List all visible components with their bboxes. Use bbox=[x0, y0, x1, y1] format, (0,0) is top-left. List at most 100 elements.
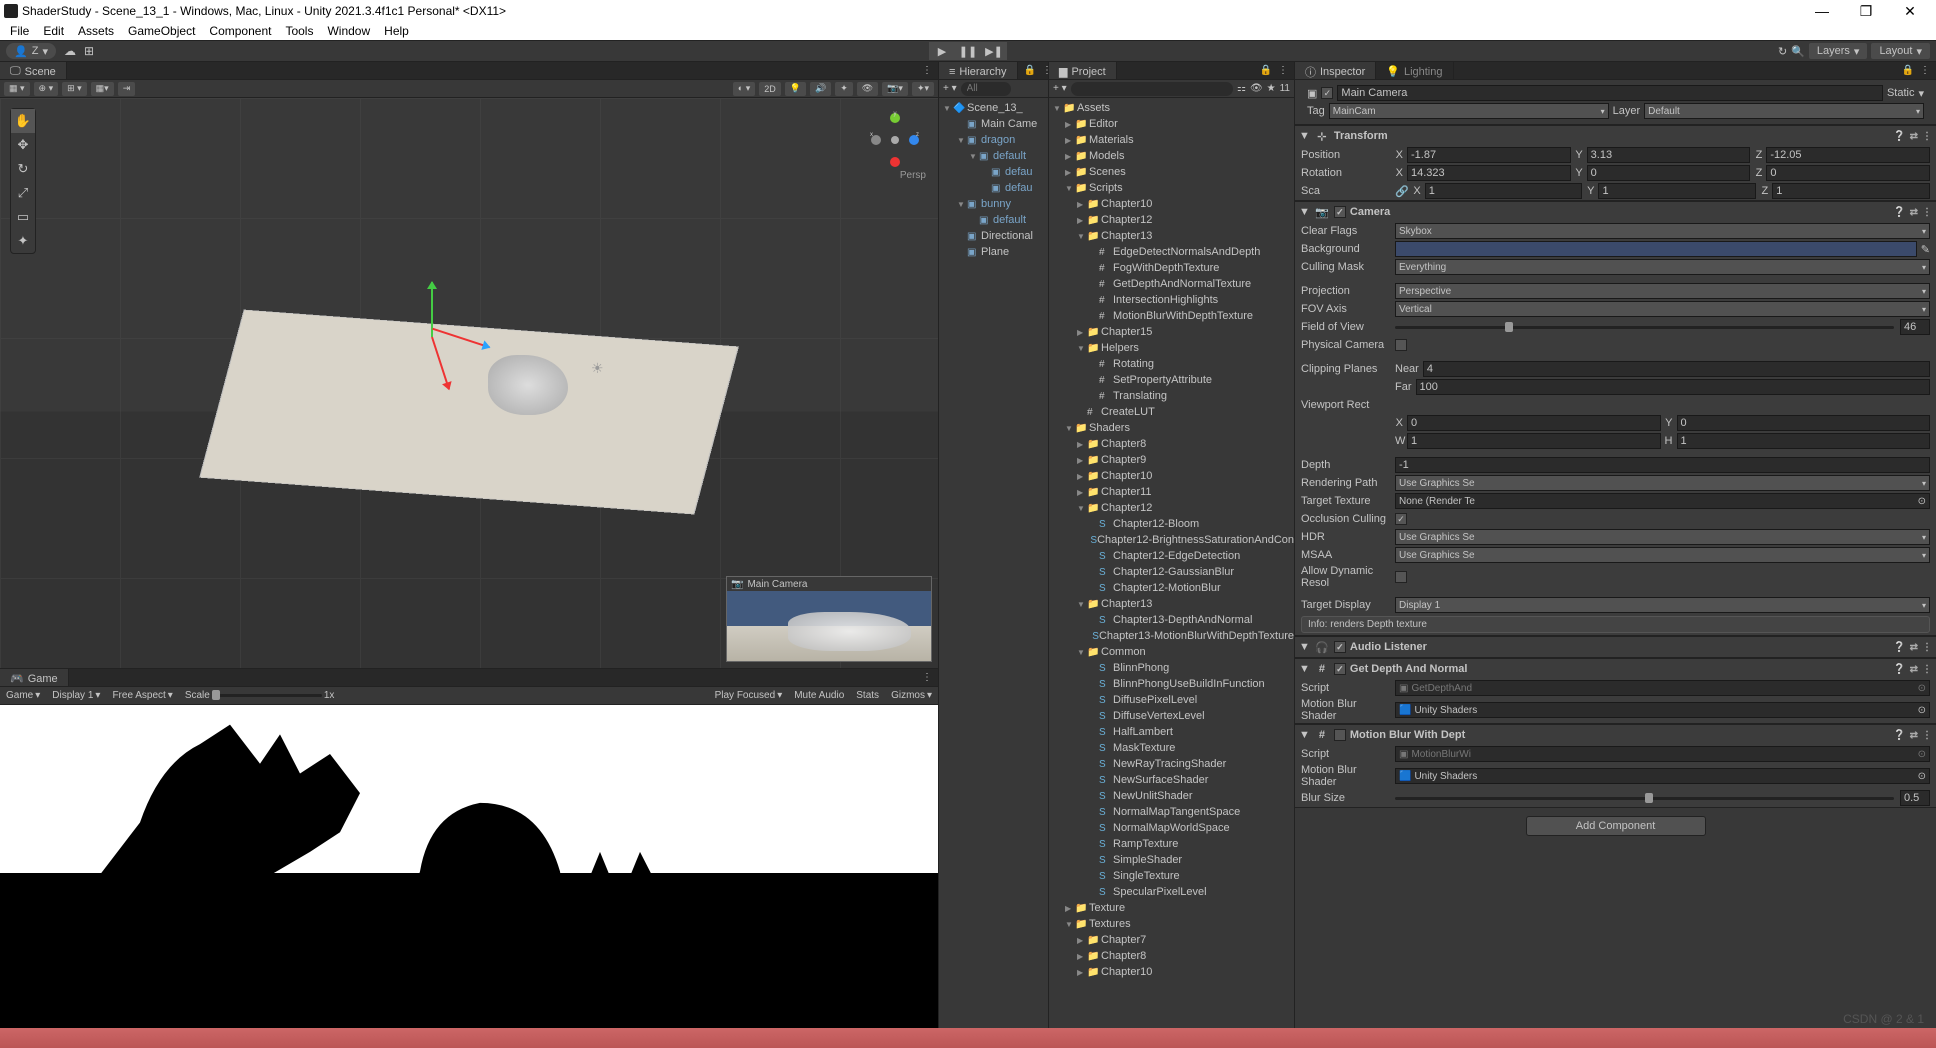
rect-tool[interactable]: ▭ bbox=[11, 205, 35, 229]
game-viewport[interactable] bbox=[0, 705, 938, 1028]
scene-row[interactable]: ▼🔷Scene_13_ bbox=[939, 100, 1048, 116]
layers-dropdown[interactable]: Layers ▾ bbox=[1809, 43, 1868, 59]
step-button[interactable]: ▶❚ bbox=[981, 42, 1007, 60]
lighting-toggle[interactable]: 💡 bbox=[785, 82, 806, 96]
move-tool[interactable]: ✥ bbox=[11, 133, 35, 157]
project-item[interactable]: ▶📁Chapter11 bbox=[1049, 484, 1294, 500]
culling-mask-dropdown[interactable]: Everything bbox=[1395, 259, 1930, 275]
sca-y-input[interactable] bbox=[1598, 183, 1756, 199]
aspect-dropdown[interactable]: Free Aspect ▾ bbox=[112, 690, 172, 701]
msaa-dropdown[interactable]: Use Graphics Se bbox=[1395, 547, 1930, 563]
rot-y-input[interactable] bbox=[1587, 165, 1751, 181]
project-item[interactable]: #SetPropertyAttribute bbox=[1049, 372, 1294, 388]
audio-toggle[interactable]: 🔊 bbox=[810, 82, 831, 96]
hierarchy-item[interactable]: ▣defau bbox=[939, 180, 1048, 196]
hierarchy-item[interactable]: ▣Main Came bbox=[939, 116, 1048, 132]
play-button[interactable]: ▶ bbox=[929, 42, 955, 60]
blur-size-slider[interactable] bbox=[1395, 790, 1930, 806]
tab-hierarchy[interactable]: ≡ Hierarchy bbox=[939, 62, 1018, 79]
project-item[interactable]: ▶📁Chapter9 bbox=[1049, 452, 1294, 468]
panel-menu-icon[interactable]: ⋮ bbox=[922, 65, 932, 76]
camera-enabled-checkbox[interactable] bbox=[1334, 206, 1346, 218]
layer-dropdown[interactable]: Default bbox=[1644, 103, 1924, 119]
project-item[interactable]: SSpecularPixelLevel bbox=[1049, 884, 1294, 900]
project-item[interactable]: SNewRayTracingShader bbox=[1049, 756, 1294, 772]
pos-x-input[interactable] bbox=[1407, 147, 1571, 163]
project-item[interactable]: #MotionBlurWithDepthTexture bbox=[1049, 308, 1294, 324]
project-item[interactable]: ▼📁Common bbox=[1049, 644, 1294, 660]
hierarchy-item[interactable]: ▼▣bunny bbox=[939, 196, 1048, 212]
account-dropdown[interactable]: 👤 Z ▾ bbox=[6, 43, 56, 59]
rotate-tool[interactable]: ↻ bbox=[11, 157, 35, 181]
hierarchy-item[interactable]: ▣defau bbox=[939, 164, 1048, 180]
project-item[interactable]: SSimpleShader bbox=[1049, 852, 1294, 868]
project-item[interactable]: SBlinnPhong bbox=[1049, 660, 1294, 676]
project-item[interactable]: SChapter12-EdgeDetection bbox=[1049, 548, 1294, 564]
project-item[interactable]: ▼📁Shaders bbox=[1049, 420, 1294, 436]
motionblur-shader-field[interactable]: 🟦 Unity Shaders bbox=[1395, 768, 1930, 784]
gizmos-dropdown[interactable]: ✦▾ bbox=[912, 82, 934, 96]
panel-menu-icon[interactable]: ⋮ bbox=[922, 672, 932, 683]
shading-mode-dropdown[interactable]: ◐ ▾ bbox=[733, 82, 755, 96]
grid-snap-dropdown[interactable]: ▦▾ bbox=[91, 82, 114, 96]
tab-project[interactable]: ▆ Project bbox=[1049, 62, 1117, 79]
project-item[interactable]: SNormalMapWorldSpace bbox=[1049, 820, 1294, 836]
sca-x-input[interactable] bbox=[1425, 183, 1583, 199]
project-item[interactable]: #GetDepthAndNormalTexture bbox=[1049, 276, 1294, 292]
menu-icon[interactable]: ⋮ bbox=[1922, 131, 1932, 142]
create-dropdown[interactable]: + ▾ bbox=[943, 83, 957, 94]
favorites-icon[interactable]: ★ bbox=[1267, 83, 1276, 94]
projection-label[interactable]: Persp bbox=[900, 170, 926, 181]
search-icon[interactable]: 🔍 bbox=[1791, 45, 1805, 58]
project-item[interactable]: SNormalMapTangentSpace bbox=[1049, 804, 1294, 820]
project-item[interactable]: ▼📁Helpers bbox=[1049, 340, 1294, 356]
menu-tools[interactable]: Tools bbox=[279, 24, 319, 38]
target-texture-field[interactable]: None (Render Te bbox=[1395, 493, 1930, 509]
snap-increment[interactable]: ⇥ bbox=[118, 82, 136, 96]
rot-x-input[interactable] bbox=[1407, 165, 1571, 181]
project-item[interactable]: ▼📁Assets bbox=[1049, 100, 1294, 116]
eyedropper-icon[interactable]: ✎ bbox=[1921, 243, 1930, 256]
project-item[interactable]: SDiffusePixelLevel bbox=[1049, 692, 1294, 708]
maximize-button[interactable]: ❐ bbox=[1844, 0, 1888, 22]
menu-window[interactable]: Window bbox=[321, 24, 376, 38]
target-display-dropdown[interactable]: Display 1 bbox=[1395, 597, 1930, 613]
project-item[interactable]: ▼📁Chapter12 bbox=[1049, 500, 1294, 516]
hierarchy-item[interactable]: ▼▣default bbox=[939, 148, 1048, 164]
sca-z-input[interactable] bbox=[1772, 183, 1930, 199]
close-button[interactable]: ✕ bbox=[1888, 0, 1932, 22]
scale-slider[interactable]: Scale 1x bbox=[185, 690, 335, 701]
preset-icon[interactable]: ⇄ bbox=[1910, 131, 1918, 142]
camera-settings-dropdown[interactable]: 📷▾ bbox=[882, 82, 908, 96]
project-item[interactable]: ▶📁Chapter15 bbox=[1049, 324, 1294, 340]
background-color-field[interactable] bbox=[1395, 241, 1917, 257]
project-item[interactable]: ▶📁Chapter8 bbox=[1049, 948, 1294, 964]
fov-slider[interactable] bbox=[1395, 319, 1930, 335]
project-item[interactable]: ▶📁Scenes bbox=[1049, 164, 1294, 180]
far-input[interactable] bbox=[1416, 379, 1931, 395]
minimize-button[interactable]: — bbox=[1800, 0, 1844, 22]
stats-toggle[interactable]: Stats bbox=[856, 690, 879, 701]
hdr-dropdown[interactable]: Use Graphics Se bbox=[1395, 529, 1930, 545]
project-item[interactable]: SDiffuseVertexLevel bbox=[1049, 708, 1294, 724]
menu-edit[interactable]: Edit bbox=[37, 24, 70, 38]
eye-icon[interactable]: 👁 bbox=[1250, 83, 1263, 94]
add-component-button[interactable]: Add Component bbox=[1526, 816, 1706, 836]
project-item[interactable]: SSingleTexture bbox=[1049, 868, 1294, 884]
getdepth-script-field[interactable]: ▣ GetDepthAnd bbox=[1395, 680, 1930, 696]
project-item[interactable]: SMaskTexture bbox=[1049, 740, 1294, 756]
project-item[interactable]: SNewSurfaceShader bbox=[1049, 772, 1294, 788]
project-item[interactable]: ▼📁Textures bbox=[1049, 916, 1294, 932]
menu-gameobject[interactable]: GameObject bbox=[122, 24, 201, 38]
project-item[interactable]: ▶📁Chapter12 bbox=[1049, 212, 1294, 228]
pause-button[interactable]: ❚❚ bbox=[955, 42, 981, 60]
tab-scene[interactable]: 🖵 Scene bbox=[0, 62, 67, 79]
panel-menu-icon[interactable]: ⋮ bbox=[1278, 65, 1288, 76]
undo-history-icon[interactable]: ↻ bbox=[1778, 45, 1787, 58]
project-item[interactable]: ▶📁Chapter7 bbox=[1049, 932, 1294, 948]
project-item[interactable]: SBlinnPhongUseBuildInFunction bbox=[1049, 676, 1294, 692]
game-dropdown[interactable]: Game ▾ bbox=[6, 690, 40, 701]
static-dropdown[interactable]: ▾ bbox=[1918, 87, 1924, 100]
menu-assets[interactable]: Assets bbox=[72, 24, 120, 38]
layout-dropdown[interactable]: Layout ▾ bbox=[1871, 43, 1930, 59]
